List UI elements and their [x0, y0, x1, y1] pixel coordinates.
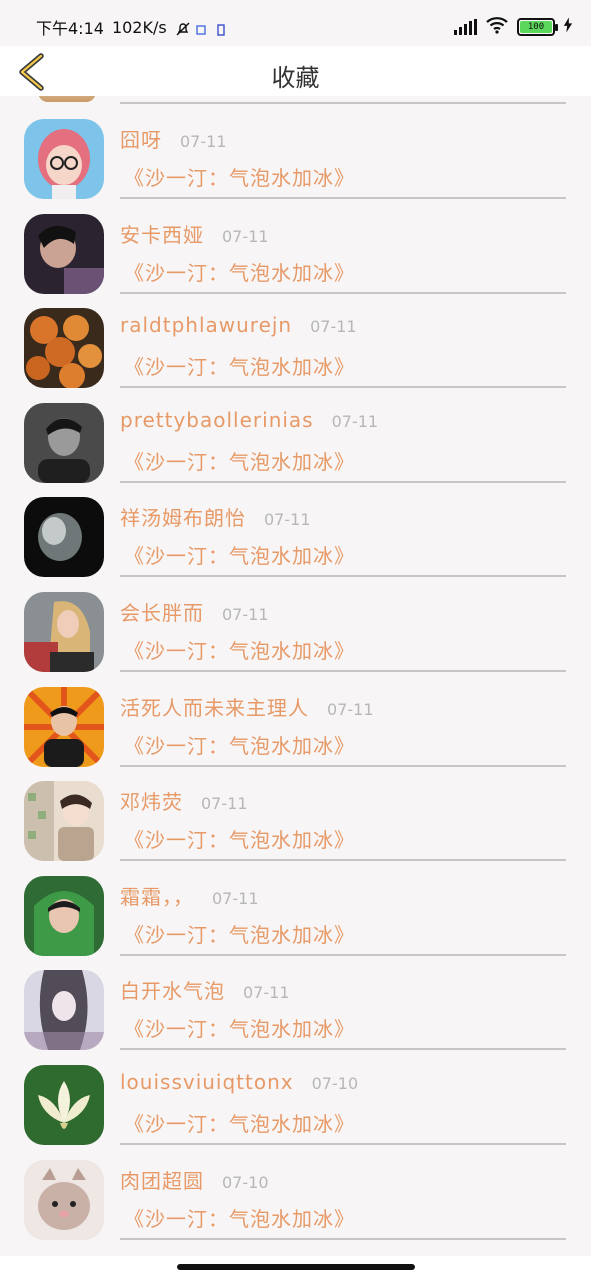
divider	[120, 1237, 566, 1240]
item-date: 07-10	[222, 1172, 269, 1192]
item-subtitle: 《沙一汀：气泡水加冰》	[124, 1111, 355, 1136]
charging-icon	[563, 17, 573, 37]
item-header: 囧呀 07-11	[120, 124, 227, 153]
item-date: 07-11	[180, 132, 227, 151]
wifi-icon	[485, 16, 509, 38]
list-item[interactable]: 安卡西娅 07-11 《沙一汀：气泡水加冰》	[0, 199, 591, 294]
home-indicator[interactable]	[177, 1264, 415, 1270]
item-header: raldtphlawurejn 07-11	[120, 313, 357, 337]
item-header: 肉团超圆 07-10	[120, 1165, 269, 1194]
avatar	[24, 213, 104, 294]
avatar	[24, 402, 104, 483]
item-name: 白开水气泡	[120, 979, 225, 1004]
item-subtitle: 《沙一汀：气泡水加冰》	[124, 922, 355, 947]
item-header: 霜霜，， 07-11	[120, 881, 259, 910]
avatar	[24, 781, 104, 862]
item-name: prettybaollerinias	[120, 407, 314, 432]
avatar	[24, 970, 104, 1051]
app-notification-icon	[195, 21, 207, 35]
item-header: 白开水气泡 07-11	[120, 975, 290, 1004]
item-date: 07-11	[201, 794, 248, 814]
sim-icon	[215, 21, 227, 36]
favorites-list[interactable]: 囧呀 07-11 《沙一汀：气泡水加冰》 安卡西娅 07-11 《沙一汀：气泡水…	[0, 96, 591, 1256]
list-item[interactable]: 活死人而未来主理人 07-11 《沙一汀：气泡水加冰》	[0, 672, 591, 767]
list-item[interactable]: 会长胖而 07-11 《沙一汀：气泡水加冰》	[0, 577, 591, 672]
partial-list-item[interactable]	[0, 96, 591, 104]
status-right: 100	[454, 16, 573, 38]
item-subtitle: 《沙一汀：气泡水加冰》	[124, 260, 355, 285]
list: 囧呀 07-11 《沙一汀：气泡水加冰》 安卡西娅 07-11 《沙一汀：气泡水…	[0, 104, 591, 1240]
item-date: 07-10	[311, 1073, 359, 1093]
item-name: raldtphlawurejn	[120, 313, 293, 338]
item-date: 07-11	[331, 411, 379, 431]
signal-icon	[454, 19, 477, 35]
item-name: 霜霜，，	[120, 884, 194, 909]
item-date: 07-11	[243, 983, 290, 1003]
item-subtitle: 《沙一汀：气泡水加冰》	[124, 544, 355, 569]
list-item[interactable]: prettybaollerinias 07-11 《沙一汀：气泡水加冰》	[0, 388, 591, 483]
avatar	[24, 119, 104, 199]
item-header: 会长胖而 07-11	[120, 597, 269, 626]
status-bar: 下午4:14 102K/s 100	[0, 0, 591, 46]
item-subtitle: 《沙一汀：气泡水加冰》	[124, 638, 355, 663]
item-date: 07-11	[327, 699, 374, 719]
avatar	[24, 497, 104, 578]
list-item[interactable]: louissviuiqttonx 07-10 《沙一汀：气泡水加冰》	[0, 1050, 591, 1145]
item-subtitle: 《沙一汀：气泡水加冰》	[124, 449, 355, 474]
list-item[interactable]: 肉团超圆 07-10 《沙一汀：气泡水加冰》	[0, 1145, 591, 1240]
avatar	[24, 308, 104, 389]
item-header: 活死人而未来主理人 07-11	[120, 692, 374, 721]
list-item[interactable]: 白开水气泡 07-11 《沙一汀：气泡水加冰》	[0, 955, 591, 1051]
item-header: 邓炜荧 07-11	[120, 786, 248, 815]
avatar	[24, 1159, 104, 1240]
avatar	[24, 686, 104, 767]
item-date: 07-11	[310, 317, 357, 337]
item-subtitle: 《沙一汀：气泡水加冰》	[124, 1206, 355, 1231]
item-date: 07-11	[222, 226, 269, 246]
network-speed: 102K/s	[111, 17, 167, 37]
item-name: 祥汤姆布朗怡	[120, 506, 246, 531]
item-name: 肉团超圆	[120, 1168, 204, 1193]
item-subtitle: 《沙一汀：气泡水加冰》	[124, 166, 355, 190]
mute-icon	[175, 21, 190, 36]
item-subtitle: 《沙一汀：气泡水加冰》	[124, 1017, 355, 1042]
item-header: louissviuiqttonx 07-10	[120, 1070, 358, 1094]
item-subtitle: 《沙一汀：气泡水加冰》	[124, 733, 355, 758]
avatar	[38, 96, 96, 102]
avatar	[24, 591, 104, 672]
status-left: 下午4:14 102K/s	[36, 15, 227, 39]
item-name: 邓炜荧	[120, 790, 183, 815]
header: 收藏	[0, 46, 591, 96]
item-name: louissviuiqttonx	[120, 1069, 294, 1094]
item-header: 祥汤姆布朗怡 07-11	[120, 502, 311, 531]
item-header: 安卡西娅 07-11	[120, 219, 269, 248]
page-title: 收藏	[271, 64, 320, 92]
avatar	[24, 875, 104, 956]
list-item[interactable]: 祥汤姆布朗怡 07-11 《沙一汀：气泡水加冰》	[0, 482, 591, 578]
item-name: 会长胖而	[120, 600, 204, 625]
status-time: 下午4:14	[36, 19, 104, 38]
battery-level: 100	[520, 21, 552, 33]
navigation-bar	[0, 1256, 591, 1280]
item-name: 安卡西娅	[120, 222, 204, 247]
list-item[interactable]: 邓炜荧 07-11 《沙一汀：气泡水加冰》	[0, 766, 591, 862]
item-header: prettybaollerinias 07-11	[120, 408, 378, 432]
list-item[interactable]: 囧呀 07-11 《沙一汀：气泡水加冰》	[0, 104, 591, 199]
item-name: 活死人而未来主理人	[120, 695, 309, 720]
list-item[interactable]: raldtphlawurejn 07-11 《沙一汀：气泡水加冰》	[0, 293, 591, 389]
item-date: 07-11	[264, 510, 311, 530]
item-subtitle: 《沙一汀：气泡水加冰》	[124, 355, 355, 380]
battery-icon: 100	[517, 18, 558, 36]
item-subtitle: 《沙一汀：气泡水加冰》	[124, 828, 355, 853]
avatar	[24, 1064, 104, 1145]
item-date: 07-11	[212, 888, 259, 908]
item-name: 囧呀	[120, 128, 162, 152]
item-date: 07-11	[222, 604, 269, 624]
list-item[interactable]: 霜霜，， 07-11 《沙一汀：气泡水加冰》	[0, 861, 591, 956]
